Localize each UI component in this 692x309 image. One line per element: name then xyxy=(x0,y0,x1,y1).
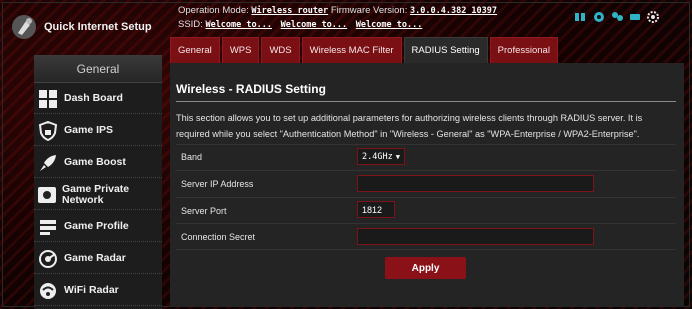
firmware-label: Firmware Version: xyxy=(330,5,408,16)
title-divider xyxy=(176,101,676,102)
sidebar-item-wifi-radar[interactable]: WiFi Radar xyxy=(34,276,162,306)
router-info: Operation Mode: Wireless router Firmware… xyxy=(178,4,578,32)
sidebar-item-label: Game Private Network xyxy=(62,182,130,206)
network-status-icon[interactable] xyxy=(574,10,588,24)
tab-wds[interactable]: WDS xyxy=(261,37,300,63)
ssid-row: SSID: Welcome to... Welcome to... Welcom… xyxy=(178,18,578,32)
sidebar-item-game-ips[interactable]: Game IPS xyxy=(34,116,162,146)
sidebar-item-game-boost[interactable]: Game Boost xyxy=(34,148,162,178)
server-ip-input[interactable] xyxy=(357,175,594,192)
quick-internet-setup-label: Quick Internet Setup xyxy=(44,21,152,33)
network-icon xyxy=(37,184,57,206)
server-ip-label: Server IP Address xyxy=(181,179,254,189)
rocket-icon xyxy=(37,152,59,174)
tab-wireless-mac-filter[interactable]: Wireless MAC Filter xyxy=(301,37,402,63)
sidebar-item-label: Game Profile xyxy=(64,220,129,232)
apply-button[interactable]: Apply xyxy=(385,257,466,279)
tab-professional[interactable]: Professional xyxy=(489,37,558,63)
sidebar-item-game-private-network[interactable]: Game Private Network xyxy=(34,180,162,210)
sidebar-item-game-profile[interactable]: Game Profile xyxy=(34,212,162,242)
ssid-link[interactable]: Welcome to... xyxy=(205,20,272,30)
clients-status-icon[interactable] xyxy=(610,10,624,24)
dashboard-icon xyxy=(37,88,59,110)
row-divider xyxy=(176,223,676,224)
sidebar-item-label: Game Radar xyxy=(64,252,126,264)
page-title: Wireless - RADIUS Setting xyxy=(176,82,326,96)
server-port-input[interactable]: 1812 xyxy=(357,201,395,218)
chevron-down-icon: ▼ xyxy=(395,152,400,161)
connection-secret-input[interactable] xyxy=(357,228,594,245)
tab-wps[interactable]: WPS xyxy=(221,37,260,63)
operation-mode-label: Operation Mode: xyxy=(178,5,249,16)
sidebar-header: General xyxy=(34,55,162,83)
wizard-icon xyxy=(8,11,40,43)
settings-status-icon[interactable] xyxy=(592,10,606,24)
connection-secret-label: Connection Secret xyxy=(181,232,256,242)
tab-bar: General WPS WDS Wireless MAC Filter RADI… xyxy=(170,37,558,63)
tab-radius-setting[interactable]: RADIUS Setting xyxy=(403,37,488,63)
gear-status-icon[interactable] xyxy=(646,10,660,24)
ssid-link[interactable]: Welcome to... xyxy=(281,20,348,30)
radar-icon xyxy=(37,248,59,270)
usb-status-icon[interactable] xyxy=(628,10,642,24)
server-port-label: Server Port xyxy=(181,206,227,216)
band-select-value: 2.4GHz xyxy=(362,151,393,162)
row-divider xyxy=(176,197,676,198)
status-icons xyxy=(574,10,660,24)
tab-general[interactable]: General xyxy=(170,37,220,63)
sidebar-item-label: Dash Board xyxy=(64,92,123,104)
quick-internet-setup[interactable]: Quick Internet Setup xyxy=(8,6,166,48)
band-label: Band xyxy=(181,152,203,162)
shield-lock-icon xyxy=(37,120,59,142)
profile-icon xyxy=(37,216,59,238)
ssid-link[interactable]: Welcome to... xyxy=(356,20,423,30)
row-divider xyxy=(176,170,676,171)
operation-mode-link[interactable]: Wireless router xyxy=(251,6,328,16)
wifi-radar-icon xyxy=(37,280,59,302)
band-select[interactable]: 2.4GHz ▼ xyxy=(357,148,405,165)
sidebar-item-dashboard[interactable]: Dash Board xyxy=(34,84,162,114)
row-divider xyxy=(176,144,676,145)
page-description: This section allows you to set up additi… xyxy=(176,113,643,139)
sidebar-item-label: WiFi Radar xyxy=(64,284,119,296)
sidebar-item-game-radar[interactable]: Game Radar xyxy=(34,244,162,274)
ssid-label: SSID: xyxy=(178,19,203,30)
sidebar-item-label: Game IPS xyxy=(64,124,114,136)
operation-mode-row: Operation Mode: Wireless router Firmware… xyxy=(178,4,578,18)
sidebar-item-label: Game Boost xyxy=(64,156,126,168)
row-divider xyxy=(176,249,676,250)
firmware-link[interactable]: 3.0.0.4.382_10397 xyxy=(410,6,497,16)
